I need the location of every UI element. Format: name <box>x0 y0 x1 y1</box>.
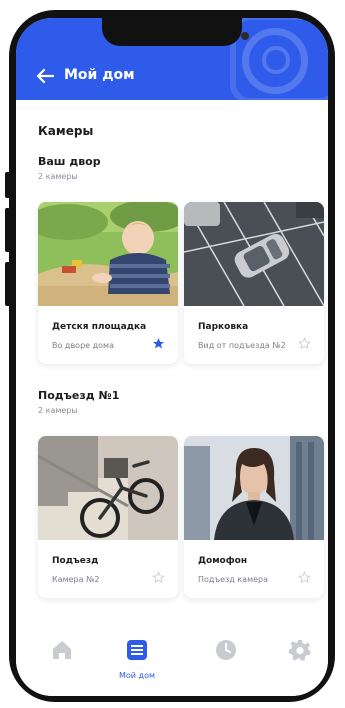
camera-location: Подъезд камера <box>198 575 269 584</box>
camera-name: Детскя площадка <box>52 322 147 332</box>
star-outline-icon[interactable] <box>152 571 165 584</box>
volume-up-button <box>5 208 10 252</box>
group-title-entrance: Подъезд №1 <box>38 389 120 402</box>
camera-location: Во дворе дома <box>52 341 114 350</box>
camera-name: Подъезд <box>52 556 99 566</box>
home-icon[interactable] <box>50 638 74 662</box>
camera-card-intercom[interactable]: Домофон Подъезд камера <box>184 436 324 598</box>
phone-notch <box>102 18 242 46</box>
section-title: Камеры <box>38 124 94 138</box>
bottom-tab-bar: Мой дом <box>16 620 328 696</box>
decorative-lens-inner <box>262 46 290 74</box>
tab-label-my-home[interactable]: Мой дом <box>102 671 172 680</box>
star-outline-icon[interactable] <box>298 337 311 350</box>
group-count-entrance: 2 камеры <box>38 406 78 415</box>
camera-card-entrance[interactable]: Подъезд Камера №2 <box>38 436 178 598</box>
group-title-yard: Ваш двор <box>38 155 101 168</box>
camera-name: Домофон <box>198 556 248 566</box>
camera-preview-playground <box>38 202 178 306</box>
camera-card-parking[interactable]: Парковка Вид от подъезда №2 <box>184 202 324 364</box>
camera-name: Парковка <box>198 322 249 332</box>
camera-location: Камера №2 <box>52 575 100 584</box>
star-outline-icon[interactable] <box>298 571 311 584</box>
camera-preview-intercom <box>184 436 324 540</box>
camera-card-playground[interactable]: Детскя площадка Во дворе дома <box>38 202 178 364</box>
front-camera <box>241 32 249 40</box>
list-icon[interactable] <box>125 638 149 662</box>
back-arrow-icon[interactable] <box>36 68 54 84</box>
cameras-content: Камеры Ваш двор 2 камеры Детскя площадка… <box>16 100 328 620</box>
page-title: Мой дом <box>64 67 135 83</box>
camera-preview-entrance <box>38 436 178 540</box>
side-button <box>5 172 10 198</box>
clock-icon[interactable] <box>214 638 238 662</box>
star-filled-icon[interactable] <box>152 337 165 350</box>
volume-down-button <box>5 262 10 306</box>
group-count-yard: 2 камеры <box>38 172 78 181</box>
gear-icon[interactable] <box>288 638 312 662</box>
camera-location: Вид от подъезда №2 <box>198 341 286 350</box>
camera-preview-parking <box>184 202 324 306</box>
app-screen: Мой дом Камеры Ваш двор 2 камеры Детскя … <box>16 18 328 696</box>
